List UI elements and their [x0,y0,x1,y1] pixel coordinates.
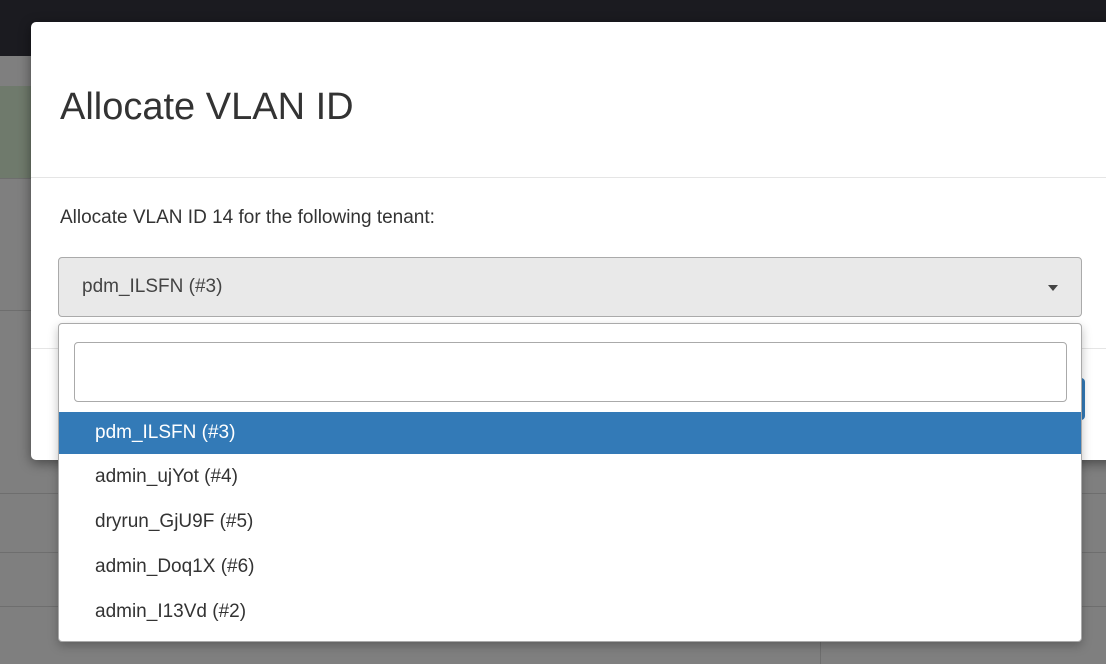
tenant-option[interactable]: admin_ujYot (#4) [59,454,1081,499]
chevron-down-icon [1048,285,1058,291]
tenant-option[interactable]: admin_Doq1X (#6) [59,544,1081,589]
tenant-search-input[interactable] [74,342,1067,402]
tenant-dropdown: pdm_ILSFN (#3) admin_ujYot (#4) dryrun_GjU… [58,323,1082,642]
modal-body: Allocate VLAN ID 14 for the following te… [31,178,1106,230]
modal-description: Allocate VLAN ID 14 for the following te… [60,207,435,228]
modal-title: Allocate VLAN ID [60,86,354,128]
tenant-select-value: pdm_ILSFN (#3) [82,276,223,297]
tenant-option[interactable]: dryrun_GjU9F (#5) [59,499,1081,544]
tenant-select[interactable]: pdm_ILSFN (#3) [58,257,1082,317]
tenant-option[interactable]: admin_I13Vd (#2) [59,589,1081,634]
tenant-options-list: pdm_ILSFN (#3) admin_ujYot (#4) dryrun_GjU… [59,412,1081,634]
modal-header: Allocate VLAN ID [31,22,1106,178]
tenant-option[interactable]: pdm_ILSFN (#3) [59,412,1081,454]
